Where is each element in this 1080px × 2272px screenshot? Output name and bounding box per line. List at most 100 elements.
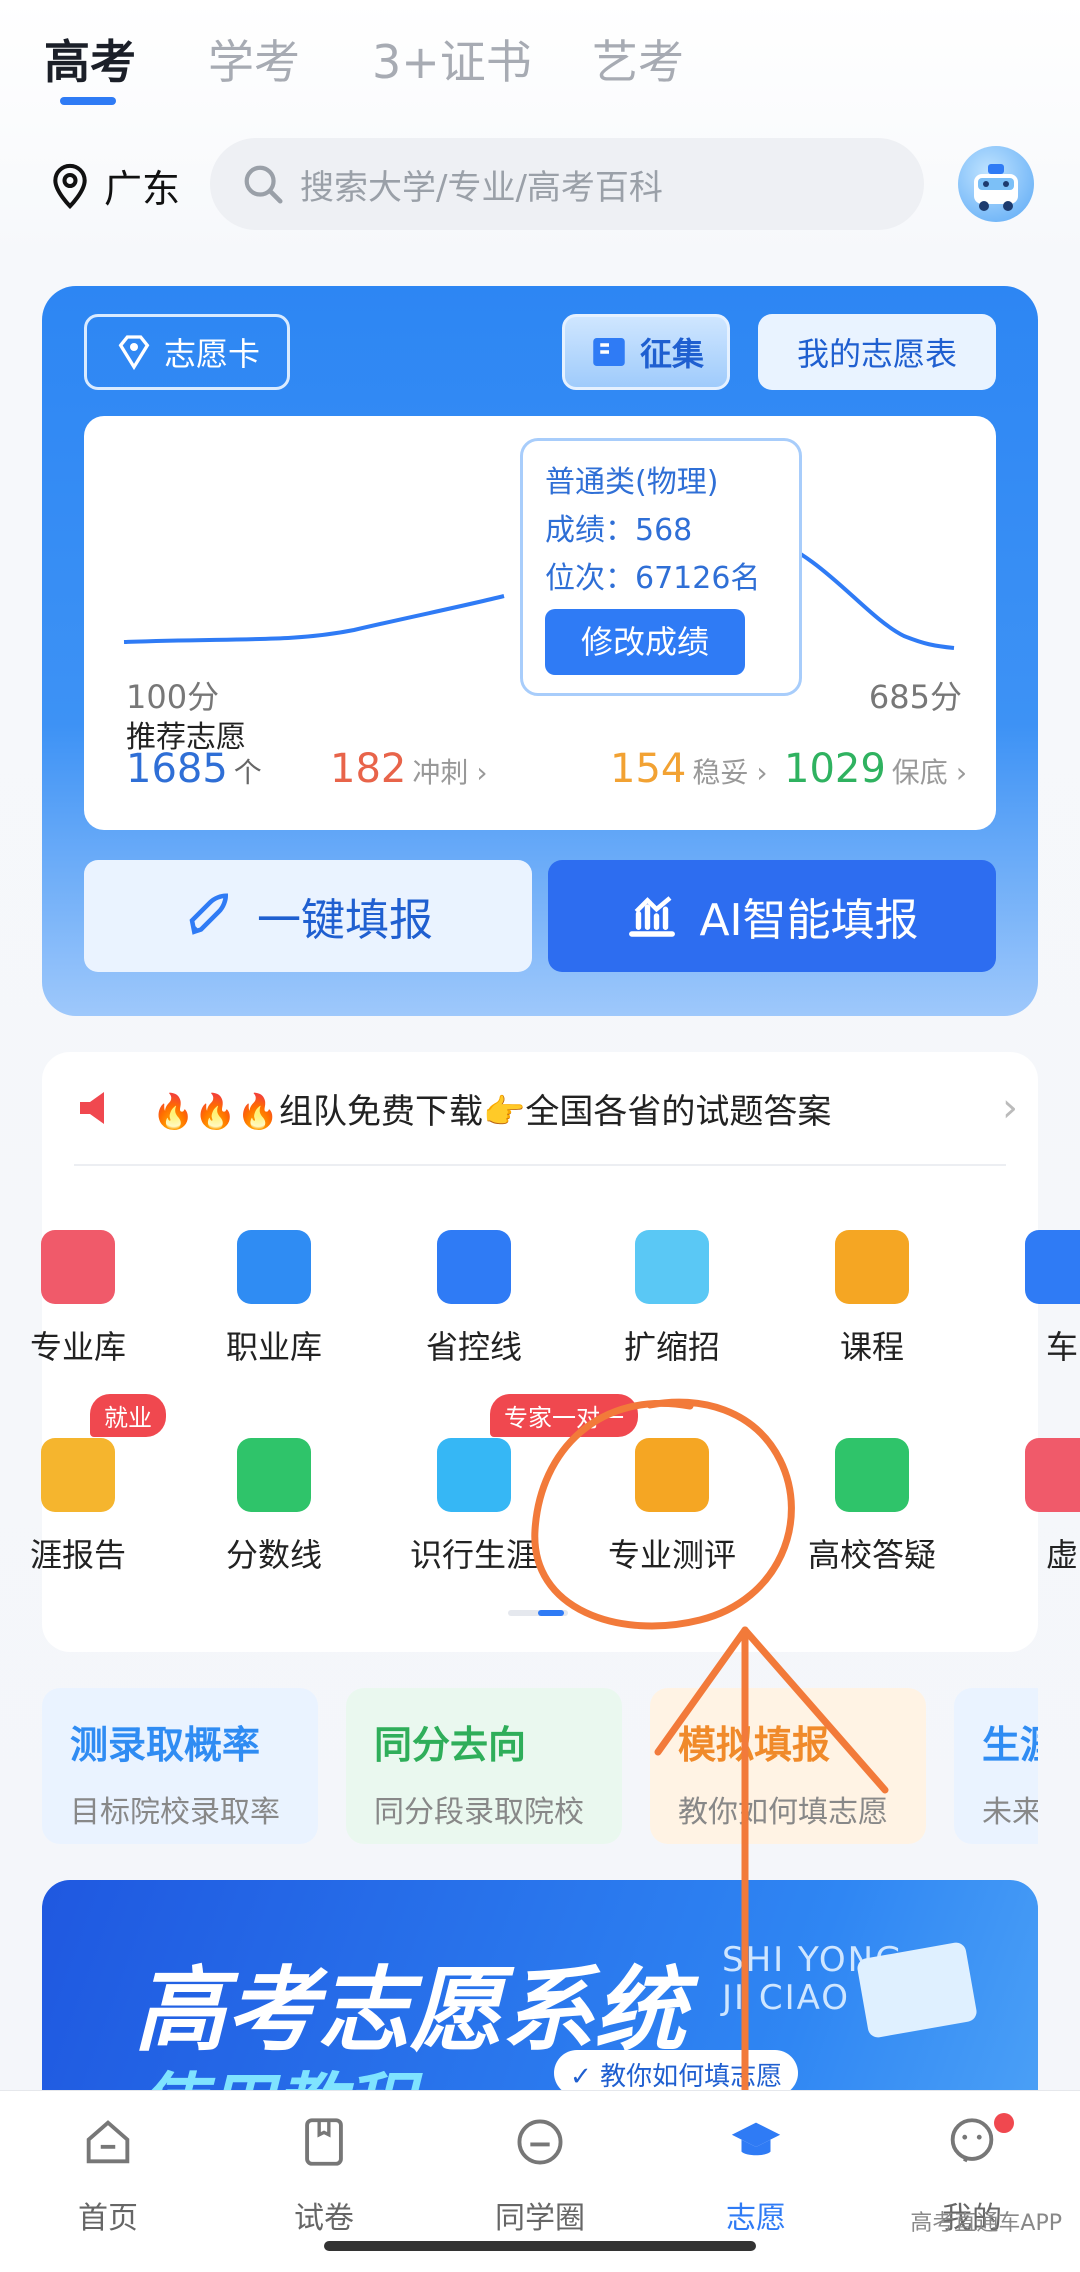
grid-label: 省控线 [425, 1328, 522, 1366]
my-volunteer-table-button[interactable]: 我的志愿表 [758, 314, 996, 390]
nav-volunteer[interactable]: 志愿 [686, 2113, 826, 2237]
ai-chart-icon [629, 896, 676, 937]
grid-item-major-library[interactable]: 专业库 [0, 1230, 178, 1368]
grid-label: 分数线 [225, 1536, 322, 1574]
stat-guarantee-label: 保底 [891, 756, 948, 789]
quick-card-admission-probability[interactable]: 测录取概率 目标院校录取率 [42, 1688, 318, 1844]
score-tooltip: 普通类(物理) 成绩：568 位次：67126名 修改成绩 [520, 438, 802, 696]
stat-safe-value: 154 [610, 746, 687, 792]
nav-label: 首页 [78, 2201, 138, 2236]
nav-papers[interactable]: 试卷 [254, 2113, 394, 2237]
nav-label: 试卷 [294, 2201, 354, 2236]
grid-item-control-line[interactable]: 省控线 [374, 1230, 574, 1368]
active-tab-indicator [60, 97, 116, 105]
quick-card-title: 生涯 [982, 1723, 1038, 1767]
grid-item-virtual[interactable]: 虚 [962, 1438, 1080, 1576]
edit-score-button[interactable]: 修改成绩 [545, 609, 745, 675]
quick-card-title: 模拟填报 [678, 1723, 831, 1767]
check-circle-icon: ✓ [570, 2062, 601, 2092]
location-label: 广东 [104, 167, 181, 211]
paper-icon [305, 2118, 343, 2166]
recommend-total-unit: 个 [233, 756, 262, 789]
grid-label: 扩缩招 [623, 1328, 720, 1366]
stat-guarantee-value: 1029 [784, 746, 886, 792]
bus-mascot-icon [974, 164, 1018, 211]
nav-classmates[interactable]: 同学圈 [470, 2113, 610, 2237]
tools-card: 🔥🔥🔥组队免费下载👉全国各省的试题答案 › 专业库 职业库 省控线 扩缩招 课程 [30, 1052, 1080, 1652]
book-icon [41, 1230, 115, 1304]
ai-smart-fill-button[interactable]: AI智能填报 [548, 860, 996, 972]
volunteer-hero-card: 志愿卡 征集 我的志愿表 普通类(物理) 成绩：568 位次：67126名 修改… [42, 286, 1038, 1016]
quick-card-title: 同分去向 [374, 1723, 527, 1767]
search-input[interactable]: 搜索大学/专业/高考百科 [210, 138, 924, 230]
grid-label: 职业库 [225, 1328, 322, 1366]
tooltip-rank: 位次：67126名 [545, 561, 761, 596]
rocket-icon [189, 893, 229, 935]
tab-xuekao[interactable]: 学考 [208, 26, 300, 92]
volunteer-card-label: 志愿卡 [163, 335, 260, 373]
grid-item-career-planning[interactable]: 识行生涯 [374, 1438, 574, 1576]
check-clipboard-icon [635, 1438, 709, 1512]
grid-item-car[interactable]: 车 [962, 1230, 1080, 1368]
collect-label: 征集 [639, 335, 704, 373]
grid-label: 虚 [1045, 1536, 1078, 1574]
tab-art-exam[interactable]: 艺考 [592, 26, 684, 92]
nav-home[interactable]: 首页 [38, 2113, 178, 2237]
play-icon [835, 1230, 909, 1304]
quick-card-subtitle: 同分段录取院校 [374, 1795, 584, 1830]
grid-item-major-assessment[interactable]: 专业测评 [572, 1438, 772, 1576]
tab-gaokao[interactable]: 高考 [44, 26, 136, 92]
quick-card-subtitle: 未来 [982, 1795, 1038, 1830]
circle-chat-icon [517, 2119, 563, 2165]
grid-label: 专业测评 [607, 1536, 736, 1574]
tab-certificate[interactable]: 3+证书 [372, 26, 532, 92]
search-placeholder: 搜索大学/专业/高考百科 [300, 167, 663, 208]
nav-label: 志愿 [726, 2201, 786, 2236]
stat-safe-label: 稳妥 [692, 756, 749, 789]
scroll-indicator [508, 1610, 568, 1616]
chevron-right-icon: › [756, 756, 768, 789]
notice-text: 🔥🔥🔥组队免费下载👉全国各省的试题答案 [152, 1091, 832, 1132]
stat-rush-label: 冲刺 [412, 756, 469, 789]
grid-item-course[interactable]: 课程 [772, 1230, 972, 1368]
volunteer-card-button[interactable]: 志愿卡 [84, 314, 290, 390]
vr-icon [1025, 1438, 1080, 1512]
notice-bar[interactable]: 🔥🔥🔥组队免费下载👉全国各省的试题答案 › [76, 1085, 1018, 1132]
open-book-icon [593, 338, 625, 366]
nav-label: 同学圈 [495, 2201, 585, 2236]
tooltip-category: 普通类(物理) [545, 465, 719, 500]
tooltip-score: 成绩：568 [545, 513, 693, 548]
grid-item-score-line[interactable]: 分数线 [174, 1438, 374, 1576]
home-indicator [324, 2241, 756, 2251]
grid-item-university-qa[interactable]: 高校答疑 [772, 1438, 972, 1576]
grid-label: 高校答疑 [807, 1536, 936, 1574]
grid-item-career-report[interactable]: 涯报告 [0, 1438, 178, 1576]
stat-rush[interactable]: 182 冲刺 › [330, 746, 488, 792]
recruit-icon [635, 1230, 709, 1304]
report-icon [41, 1438, 115, 1512]
watermark: 高考直通车APP [910, 2211, 1062, 2236]
chat-icon [835, 1438, 909, 1512]
chevron-right-icon: › [955, 756, 968, 789]
quick-card-career[interactable]: 生涯 未来 [954, 1688, 1038, 1844]
stat-guarantee[interactable]: 1029 保底 › [784, 746, 967, 792]
grid-item-enrollment-change[interactable]: 扩缩招 [572, 1230, 772, 1368]
grid-label: 课程 [839, 1328, 904, 1366]
app-screen: 高考 学考 3+证书 艺考 广东 搜索大学/专业/高考百科 志愿卡 征集 我的志… [0, 0, 1080, 2272]
diamond-badge-icon [118, 335, 150, 371]
quick-card-mock-fill[interactable]: 模拟填报 教你如何填志愿 [650, 1688, 926, 1844]
divider [74, 1164, 1006, 1166]
stat-safe[interactable]: 154 稳妥 › [610, 746, 768, 792]
grid-label: 专业库 [29, 1328, 126, 1366]
quick-card-same-score[interactable]: 同分去向 同分段录取院校 [346, 1688, 622, 1844]
collect-button[interactable]: 征集 [562, 314, 730, 390]
one-click-fill-button[interactable]: 一键填报 [84, 860, 532, 972]
avatar[interactable] [958, 146, 1034, 222]
grid-label: 车 [1045, 1328, 1078, 1366]
grid-item-career-library[interactable]: 职业库 [174, 1230, 374, 1368]
expert-tag: 专家一对一 [490, 1394, 638, 1437]
ai-smart-fill-label: AI智能填报 [699, 895, 919, 946]
location-selector[interactable]: 广东 [48, 158, 180, 213]
trend-icon [437, 1230, 511, 1304]
quick-card-subtitle: 目标院校录取率 [70, 1795, 280, 1830]
